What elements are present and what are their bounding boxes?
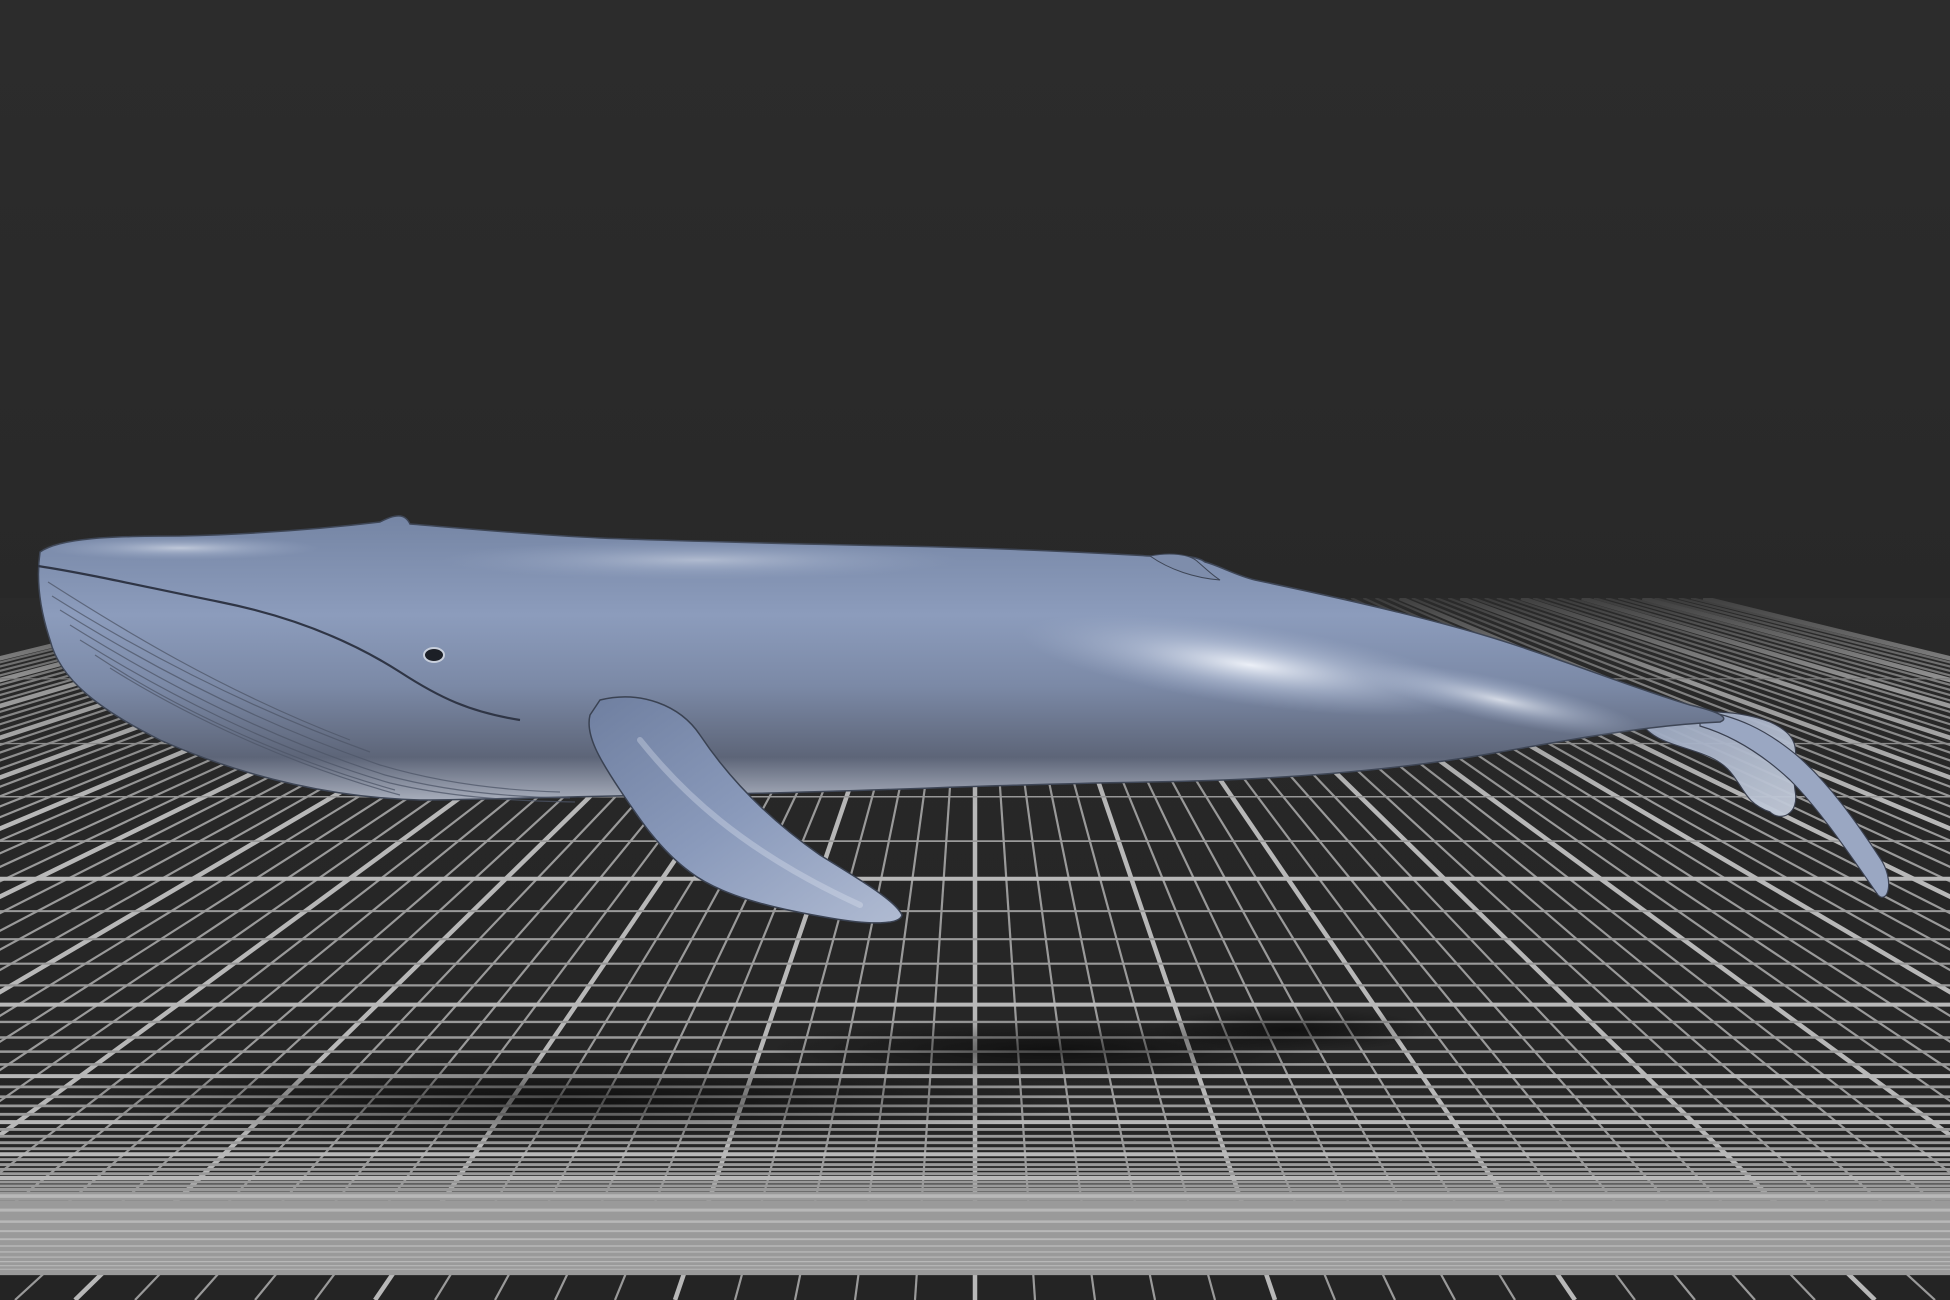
whale-eye [423, 647, 445, 663]
whale-highlight [40, 536, 320, 560]
3d-viewport[interactable] [0, 0, 1950, 1300]
whale-highlight [440, 540, 960, 580]
viewport-canvas[interactable] [0, 0, 1950, 1300]
